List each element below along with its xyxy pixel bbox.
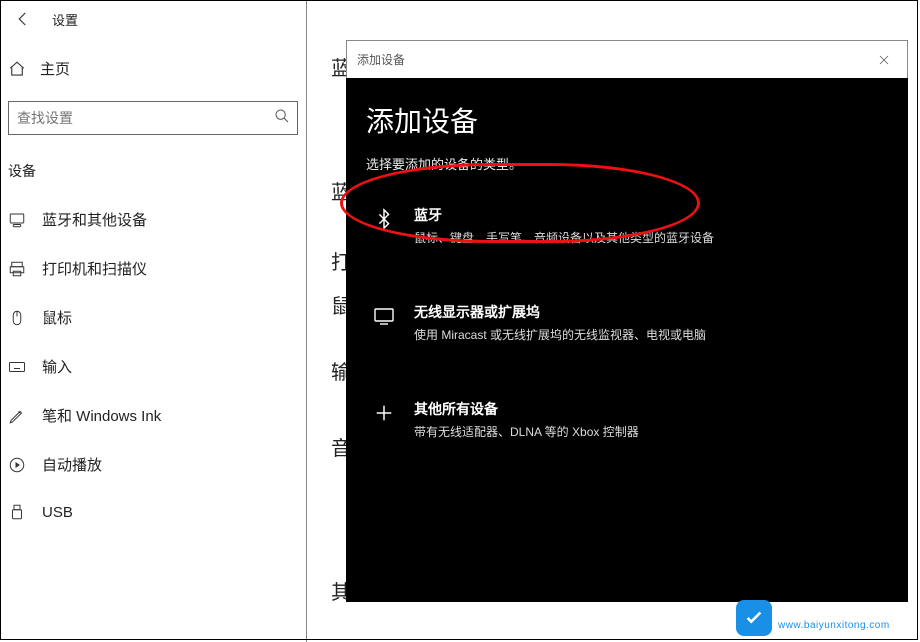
watermark: 白云一键重装系统 www.baiyunxitong.com: [736, 600, 914, 636]
top-bar: 设置: [0, 0, 306, 44]
nav-item-bluetooth-devices[interactable]: 蓝牙和其他设备: [0, 195, 306, 244]
display-icon: [370, 302, 398, 330]
nav-item-printers[interactable]: 打印机和扫描仪: [0, 244, 306, 293]
option-everything-else[interactable]: 其他所有设备 带有无线适配器、DLNA 等的 Xbox 控制器: [366, 385, 888, 454]
search-input[interactable]: [8, 101, 298, 135]
nav-label: 笔和 Windows Ink: [42, 405, 161, 426]
autoplay-icon: [8, 456, 26, 474]
option-texts: 无线显示器或扩展坞 使用 Miracast 或无线扩展坞的无线监视器、电视或电脑: [414, 302, 706, 343]
option-desc: 带有无线适配器、DLNA 等的 Xbox 控制器: [414, 423, 639, 440]
section-label: 设备: [0, 135, 306, 195]
dialog-subheading: 选择要添加的设备的类型。: [366, 154, 888, 173]
watermark-text: 白云一键重装系统 www.baiyunxitong.com: [778, 604, 914, 631]
nav-item-typing[interactable]: 输入: [0, 342, 306, 391]
nav-list: 蓝牙和其他设备 打印机和扫描仪 鼠标 输入 笔和 Windows Ink: [0, 195, 306, 535]
mouse-icon: [8, 309, 26, 327]
plus-icon: [370, 399, 398, 427]
bluetooth-icon: [370, 205, 398, 233]
nav-item-autoplay[interactable]: 自动播放: [0, 440, 306, 489]
dialog-title-text: 添加设备: [357, 51, 405, 68]
watermark-line2: www.baiyunxitong.com: [778, 621, 914, 632]
home-label: 主页: [40, 58, 70, 79]
printer-icon: [8, 260, 26, 278]
option-title: 蓝牙: [414, 205, 714, 225]
option-texts: 其他所有设备 带有无线适配器、DLNA 等的 Xbox 控制器: [414, 399, 639, 440]
nav-label: 自动播放: [42, 454, 102, 475]
usb-icon: [8, 503, 26, 521]
dialog-title-bar: 添加设备: [346, 40, 908, 78]
bluetooth-devices-icon: [8, 211, 26, 229]
watermark-logo-icon: [736, 600, 772, 636]
dialog-body: 添加设备 选择要添加的设备的类型。 蓝牙 鼠标、键盘、手写笔、音频设备以及其他类…: [346, 78, 908, 476]
home-icon: [8, 60, 26, 78]
nav-label: 打印机和扫描仪: [42, 258, 147, 279]
nav-label: 鼠标: [42, 307, 72, 328]
nav-item-mouse[interactable]: 鼠标: [0, 293, 306, 342]
close-button[interactable]: [861, 41, 907, 79]
nav-item-pen[interactable]: 笔和 Windows Ink: [0, 391, 306, 440]
watermark-line1: 白云一键重装系统: [778, 604, 914, 621]
search-wrap: [8, 101, 298, 135]
option-wireless-display[interactable]: 无线显示器或扩展坞 使用 Miracast 或无线扩展坞的无线监视器、电视或电脑: [366, 288, 888, 357]
option-texts: 蓝牙 鼠标、键盘、手写笔、音频设备以及其他类型的蓝牙设备: [414, 205, 714, 246]
pen-icon: [8, 407, 26, 425]
nav-item-usb[interactable]: USB: [0, 489, 306, 535]
option-title: 其他所有设备: [414, 399, 639, 419]
option-desc: 鼠标、键盘、手写笔、音频设备以及其他类型的蓝牙设备: [414, 229, 714, 246]
back-arrow-icon[interactable]: [12, 8, 34, 30]
dialog-heading: 添加设备: [366, 100, 888, 140]
nav-label: USB: [42, 504, 73, 521]
keyboard-icon: [8, 358, 26, 376]
option-desc: 使用 Miracast 或无线扩展坞的无线监视器、电视或电脑: [414, 326, 706, 343]
nav-label: 输入: [42, 356, 72, 377]
option-bluetooth[interactable]: 蓝牙 鼠标、键盘、手写笔、音频设备以及其他类型的蓝牙设备: [366, 191, 888, 260]
option-title: 无线显示器或扩展坞: [414, 302, 706, 322]
settings-sidebar: 设置 主页 设备 蓝牙和其他设备 打印机和扫描仪: [0, 0, 307, 642]
add-device-dialog: 添加设备 添加设备 选择要添加的设备的类型。 蓝牙 鼠标、键盘、手写笔、音频设备…: [346, 40, 908, 602]
search-icon: [274, 108, 290, 129]
home-row[interactable]: 主页: [0, 44, 306, 93]
settings-title: 设置: [52, 10, 78, 29]
nav-label: 蓝牙和其他设备: [42, 209, 147, 230]
